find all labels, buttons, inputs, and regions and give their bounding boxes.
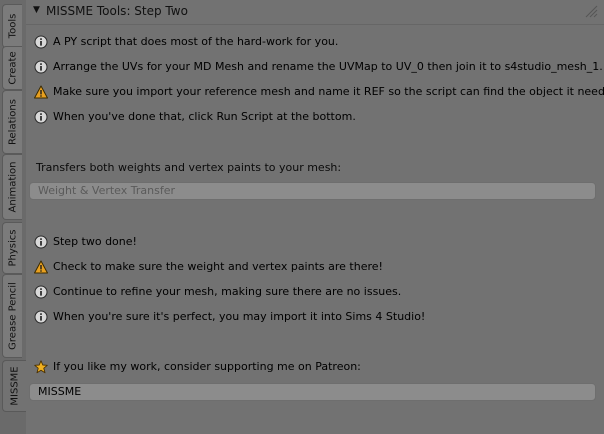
info-text: When you're sure it's perfect, you may i… — [53, 310, 426, 323]
tab-missme[interactable]: MISSME — [2, 360, 26, 412]
support-row: If you like my work, consider supporting… — [34, 358, 594, 376]
tab-create[interactable]: Create — [2, 46, 22, 90]
info-row: Step two done! — [34, 233, 594, 251]
tab-animation[interactable]: Animation — [2, 154, 22, 220]
weight-vertex-transfer-field[interactable]: Weight & Vertex Transfer — [29, 182, 596, 200]
tab-label: Tools — [7, 13, 18, 39]
drag-grip-icon[interactable] — [584, 4, 598, 18]
info-icon — [34, 110, 48, 124]
info-icon — [34, 235, 48, 249]
info-text: Continue to refine your mesh, making sur… — [53, 285, 402, 298]
panel-header[interactable]: ▼ MISSME Tools: Step Two — [26, 0, 604, 25]
warning-text: Make sure you import your reference mesh… — [53, 85, 604, 98]
patreon-field[interactable]: MISSME — [29, 383, 596, 401]
tab-grease-pencil[interactable]: Grease Pencil — [2, 274, 22, 358]
info-icon — [34, 310, 48, 324]
collapse-triangle-icon[interactable]: ▼ — [33, 5, 40, 15]
info-row: A PY script that does most of the hard-w… — [34, 33, 594, 51]
info-icon — [34, 285, 48, 299]
info-text: When you've done that, click Run Script … — [53, 110, 356, 123]
warning-row: Make sure you import your reference mesh… — [34, 83, 604, 101]
tool-panel: ▼ MISSME Tools: Step Two A PY script tha… — [26, 0, 604, 434]
info-icon — [34, 60, 48, 74]
tab-label: MISSME — [9, 366, 20, 406]
tab-relations[interactable]: Relations — [2, 90, 22, 154]
info-text: A PY script that does most of the hard-w… — [53, 35, 339, 48]
info-row: When you've done that, click Run Script … — [34, 108, 594, 126]
info-text: Step two done! — [53, 235, 137, 248]
panel-title: MISSME Tools: Step Two — [46, 4, 188, 18]
tool-shelf-tabs: Tools Create Relations Animation Physics… — [0, 0, 26, 434]
info-row: Continue to refine your mesh, making sur… — [34, 283, 594, 301]
info-row: Arrange the UVs for your MD Mesh and ren… — [34, 58, 603, 76]
warning-row: Check to make sure the weight and vertex… — [34, 258, 594, 276]
star-icon — [34, 360, 48, 374]
info-row: When you're sure it's perfect, you may i… — [34, 308, 594, 326]
warning-icon — [34, 85, 48, 99]
tab-label: Grease Pencil — [7, 282, 18, 350]
tab-label: Physics — [7, 229, 18, 267]
tab-tools[interactable]: Tools — [2, 4, 22, 48]
warning-text: Check to make sure the weight and vertex… — [53, 260, 383, 273]
info-text: Arrange the UVs for your MD Mesh and ren… — [53, 60, 603, 73]
support-text: If you like my work, consider supporting… — [53, 360, 361, 373]
transfer-label: Transfers both weights and vertex paints… — [36, 161, 342, 174]
tab-physics[interactable]: Physics — [2, 222, 22, 274]
tab-label: Animation — [7, 161, 18, 213]
tab-label: Relations — [7, 99, 18, 145]
warning-icon — [34, 260, 48, 274]
tab-label: Create — [7, 51, 18, 85]
info-icon — [34, 35, 48, 49]
